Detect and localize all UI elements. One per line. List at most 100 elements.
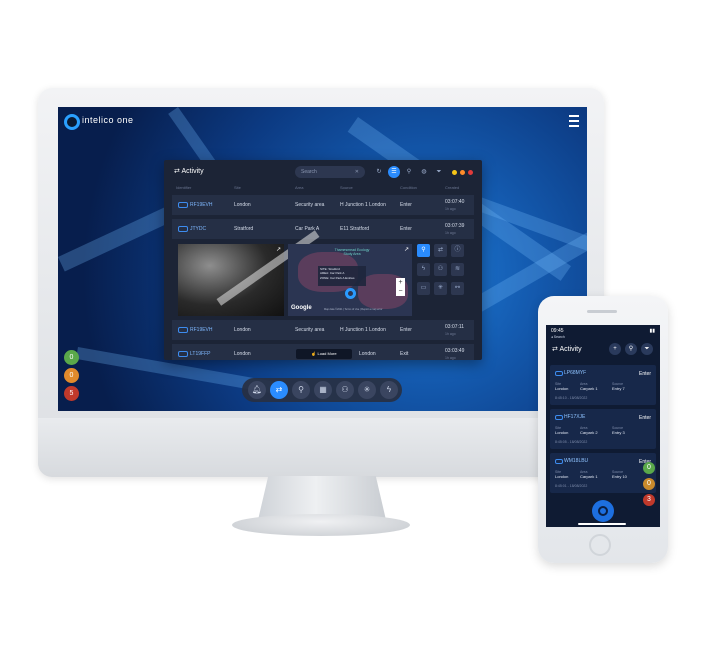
status-pill-red[interactable]: 5 (64, 386, 79, 401)
activity-card[interactable]: LP68MYF Enter Site Area Source London Ca… (550, 365, 656, 405)
fab-button[interactable] (592, 500, 614, 522)
value: London (555, 430, 569, 435)
status-pill-orange[interactable]: 0 (643, 478, 655, 490)
panel-title: ⇄ Activity (174, 168, 204, 175)
link-icon[interactable]: ⚯ (451, 282, 464, 295)
window-dot-yellow[interactable] (452, 170, 457, 175)
plate-cell: JTYDC (190, 226, 207, 232)
condition-cell: Exit (400, 351, 409, 357)
column-header: Area (295, 185, 304, 190)
bell-icon[interactable]: 🔔︎ (248, 381, 266, 399)
camera-snapshot[interactable]: ↗ (178, 230, 320, 316)
window-dot-red[interactable] (468, 170, 473, 175)
asterisk-icon[interactable]: ✳ (434, 282, 447, 295)
mobile-title: ⇄ Activity (552, 346, 582, 353)
info-icon[interactable]: ⓘ (451, 244, 464, 257)
imac-chin (38, 418, 604, 477)
column-header: Site (234, 185, 241, 190)
plug-icon[interactable]: ϟ (417, 263, 430, 276)
swap-icon[interactable]: ⇄ (434, 244, 447, 257)
status-time: 09:45 (551, 328, 564, 334)
users-icon[interactable]: ⚇ (434, 263, 447, 276)
column-header: Identifier (176, 185, 192, 190)
car-icon (178, 226, 188, 232)
zoom-control[interactable]: + − (396, 278, 405, 296)
location-icon[interactable]: ⚲ (417, 244, 430, 257)
plate: HF17XJE (564, 414, 586, 420)
pin-icon[interactable]: ⚲ (403, 166, 415, 178)
time-cell: 03:07:40 (445, 199, 465, 205)
load-more-button[interactable]: ☝ Load More (296, 349, 352, 359)
phone-home-button[interactable] (589, 534, 611, 556)
car-icon (555, 459, 563, 464)
status-pill-green[interactable]: 0 (64, 350, 79, 365)
car-icon (178, 351, 188, 357)
external-link-icon[interactable]: ↗ (276, 246, 281, 253)
clear-icon[interactable]: ✕ (355, 166, 359, 178)
layers-icon[interactable]: ≋ (451, 263, 464, 276)
search-icon[interactable]: ⚲ (625, 343, 637, 355)
plate: WM18LBU (564, 458, 589, 464)
refresh-icon[interactable]: ↻ (373, 166, 385, 178)
column-header: Source (340, 185, 353, 190)
external-link-icon[interactable]: ↗ (404, 246, 409, 253)
ago-cell: 1h ago (445, 207, 456, 211)
add-icon[interactable]: + (609, 343, 621, 355)
list-icon[interactable]: ☰ (388, 166, 400, 178)
car-icon (178, 202, 188, 208)
bottom-dock: 🔔︎ ⇄ ⚲ ▦ ⚇ ✳ ϟ (242, 378, 402, 402)
plug-icon[interactable]: ϟ (380, 381, 398, 399)
value: Entry 3 (612, 430, 625, 435)
location-pin-icon[interactable] (345, 288, 356, 299)
status-pill-red[interactable]: 3 (643, 494, 655, 506)
map-view[interactable]: Thamesmead Ecology Study Area SITE: Stra… (288, 244, 412, 316)
ago-cell: 1h ago (445, 332, 456, 336)
table-row[interactable]: RF19EVH London Security area H Junction … (172, 320, 474, 340)
filter-icon[interactable]: ⏷ (433, 166, 445, 178)
value: Carpark 1 (580, 386, 598, 391)
condition-cell: Enter (400, 202, 412, 208)
globe-icon[interactable]: ◍ (418, 166, 430, 178)
condition-cell: Enter (400, 327, 412, 333)
site-cell: London (234, 327, 251, 333)
plate-cell: RF19EVH (190, 327, 213, 333)
status-pill-orange[interactable]: 0 (64, 368, 79, 383)
status-pill-green[interactable]: 0 (643, 462, 655, 474)
info-line: ZONE: Car Park A Entries (320, 275, 355, 280)
grid-icon[interactable]: ▦ (314, 381, 332, 399)
swap-icon: ⇄ (174, 168, 180, 175)
window-dot-orange[interactable] (460, 170, 465, 175)
asterisk-icon[interactable]: ✳ (358, 381, 376, 399)
time-cell: 03:07:39 (445, 223, 465, 229)
value: London (555, 474, 569, 479)
table-row-expanded[interactable]: JTYDC Stratford Car Park A E11 Stratford… (172, 219, 474, 239)
menu-icon[interactable] (569, 115, 579, 127)
table-row[interactable]: RF19EVH London Security area H Junction … (172, 195, 474, 215)
back-link[interactable]: ◂ Search (551, 335, 565, 339)
source-cell: E11 Stratford (340, 226, 370, 232)
ago-cell: 1h ago (445, 231, 456, 235)
swap-icon[interactable]: ⇄ (270, 381, 288, 399)
logo-icon (64, 114, 80, 130)
activity-card[interactable]: WM18LBU Enter Site Area Source London Ca… (550, 453, 656, 493)
timestamp: 8:45:01 - 18/08/2022 (555, 484, 588, 488)
value: London (555, 386, 569, 391)
map-provider: Google (291, 305, 312, 311)
time-cell: 03:03:49 (445, 348, 465, 354)
search-icon[interactable]: ⚲ (292, 381, 310, 399)
plate-cell: LT19FFP (190, 351, 211, 357)
users-icon[interactable]: ⚇ (336, 381, 354, 399)
filter-icon[interactable]: ⏷ (641, 343, 653, 355)
value: Carpark 2 (580, 430, 598, 435)
activity-card[interactable]: HF17XJE Enter Site Area Source London Ca… (550, 409, 656, 449)
search-input[interactable]: Search ✕ (295, 166, 365, 178)
app-name: intelico one (82, 115, 134, 125)
plate-cell: RF19EVH (190, 202, 213, 208)
map-info-box: SITE: Stratford AREA: Car Park A ZONE: C… (318, 266, 366, 286)
condition-cell: Enter (400, 226, 412, 232)
timestamp: 8:45:05 - 18/08/2022 (555, 440, 588, 444)
value: Carpark 1 (580, 474, 598, 479)
phone-speaker (587, 310, 617, 313)
note-icon[interactable]: ▭ (417, 282, 430, 295)
map-credit: Map data ©2021 | Terms of Use | Report a… (324, 308, 383, 311)
